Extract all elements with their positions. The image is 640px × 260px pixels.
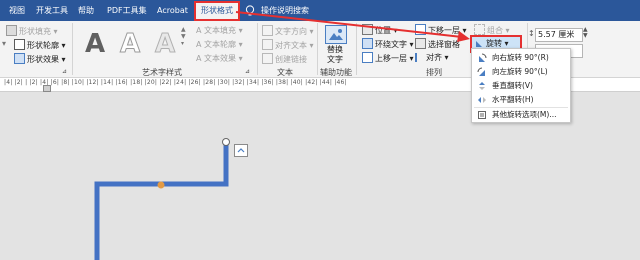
flip-horizontal-icon [478, 97, 486, 103]
height-icon: ↕ [528, 29, 535, 38]
flip-vertical-icon [479, 82, 485, 90]
align-text-icon [262, 39, 273, 50]
indent-marker-icon[interactable] [43, 85, 51, 92]
rotate-left-icon [477, 67, 485, 76]
text-group-label: 文本 [277, 68, 293, 77]
shape-styles-launcher-icon[interactable]: ⊿ [62, 68, 67, 75]
separator [257, 23, 258, 75]
shape-outline-button[interactable]: 形状轮廓 ▾ [14, 39, 66, 51]
shape-fill-icon [6, 25, 17, 36]
shape-fill-button[interactable]: 形状填充 ▾ [6, 25, 58, 37]
bring-forward-button[interactable]: 上移一层 ▾ [362, 52, 414, 64]
tab-pdf-tools[interactable]: PDF工具集 [107, 0, 147, 21]
align-icon [415, 53, 424, 62]
selection-pane-button[interactable]: 选择窗格 [415, 38, 460, 50]
link-icon [262, 53, 273, 64]
separator [356, 23, 357, 75]
menu-item-flip-vertical[interactable]: 垂直翻转(V) [472, 79, 570, 93]
shape-outline-icon [14, 39, 25, 50]
lightbulb-icon[interactable] [245, 0, 255, 21]
bring-forward-icon [362, 52, 373, 63]
more-rotation-icon [478, 111, 486, 119]
wordart-style-2[interactable]: A [117, 29, 143, 60]
layout-options-icon[interactable] [234, 144, 248, 157]
wordart-style-1[interactable]: A [82, 29, 108, 59]
tab-help[interactable]: 帮助 [78, 0, 94, 21]
group-icon [474, 24, 485, 35]
create-link-button[interactable]: 创建链接 [262, 53, 307, 65]
text-fill-icon: A [196, 26, 202, 35]
alt-text-button[interactable]: 替换 文字 [327, 45, 343, 65]
align-button[interactable]: 对齐 ▾ [415, 52, 449, 63]
align-text-button[interactable]: 对齐文本 ▾ [262, 39, 314, 51]
rotate-right-icon [479, 53, 487, 62]
tab-view[interactable]: 视图 [9, 0, 25, 21]
wordart-launcher-icon[interactable]: ⊿ [245, 68, 250, 75]
rotate-icon [476, 41, 482, 47]
accessibility-group-label: 辅助功能 [320, 68, 352, 77]
ribbon-tab-bar: 视图 开发工具 帮助 PDF工具集 Acrobat 形状格式 操作说明搜索 [0, 0, 640, 21]
text-outline-button[interactable]: A 文本轮廓 ▾ [196, 39, 243, 50]
separator [72, 23, 73, 75]
text-outline-icon: A [196, 40, 202, 49]
gallery-arrow-icon[interactable]: ▾ [2, 39, 6, 48]
position-button[interactable]: 位置 ▾ [362, 24, 398, 36]
shape-effects-button[interactable]: 形状效果 ▾ [14, 53, 66, 65]
position-icon [362, 24, 373, 35]
arrange-group-label: 排列 [426, 68, 442, 77]
wordart-style-3[interactable]: A [152, 29, 178, 60]
wordart-scroll-icon[interactable]: ▲ ▼ ▾ [181, 26, 186, 47]
menu-item-more-rotation[interactable]: 其他旋转选项(M)... [472, 108, 570, 122]
send-backward-icon [415, 24, 426, 35]
wrap-text-button[interactable]: 环绕文字 ▾ [362, 38, 414, 50]
height-spinner-icon[interactable]: ▲ ▼ [583, 27, 588, 39]
shape-effects-icon [14, 53, 25, 64]
send-backward-button[interactable]: 下移一层 ▾ [415, 24, 467, 36]
shape-height-input[interactable]: 5.57 厘米 [535, 28, 583, 42]
tab-developer[interactable]: 开发工具 [36, 0, 68, 21]
alt-text-icon [325, 25, 347, 44]
wrap-text-icon [362, 38, 373, 49]
wordart-group-label: 艺术字样式 [142, 68, 182, 77]
tell-me-search[interactable]: 操作说明搜索 [261, 0, 309, 21]
rotate-menu: 向右旋转 90°(R) 向左旋转 90°(L) 垂直翻转(V) 水平翻转(H) … [471, 48, 571, 123]
menu-item-rotate-right[interactable]: 向右旋转 90°(R) [472, 51, 570, 65]
text-effects-icon: A [196, 54, 202, 63]
text-effects-button[interactable]: A 文本效果 ▾ [196, 53, 243, 64]
menu-item-flip-horizontal[interactable]: 水平翻转(H) [472, 93, 570, 107]
selection-pane-icon [415, 38, 426, 49]
tab-shape-format[interactable]: 形状格式 [194, 1, 240, 21]
text-fill-button[interactable]: A 文本填充 ▾ [196, 25, 243, 36]
tab-acrobat[interactable]: Acrobat [157, 0, 188, 21]
separator [317, 23, 318, 75]
text-direction-button[interactable]: 文字方向 ▾ [262, 25, 314, 37]
menu-item-rotate-left[interactable]: 向左旋转 90°(L) [472, 65, 570, 79]
text-direction-icon [262, 25, 273, 36]
